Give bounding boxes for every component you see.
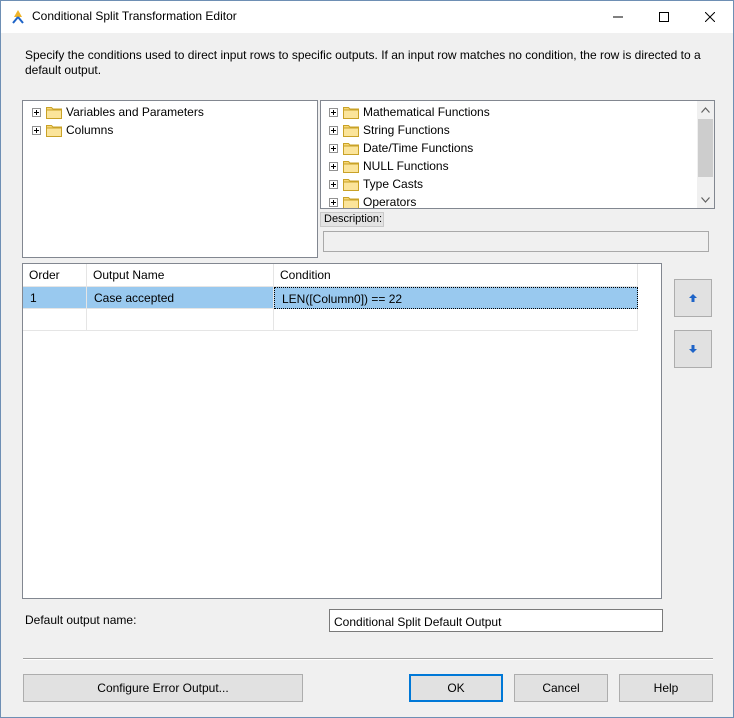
- folder-icon: [343, 178, 359, 191]
- dialog-window: Conditional Split Transformation Editor …: [0, 0, 734, 718]
- tree-item-operators[interactable]: Operators: [329, 193, 417, 209]
- cell-order-empty[interactable]: [23, 309, 87, 331]
- configure-error-output-button[interactable]: Configure Error Output...: [23, 674, 303, 702]
- grid-header: Order Output Name Condition: [23, 264, 638, 287]
- expand-icon[interactable]: [32, 107, 41, 117]
- separator: [23, 658, 713, 660]
- folder-icon: [343, 196, 359, 208]
- default-output-label: Default output name:: [25, 613, 137, 627]
- tree-item-string-functions[interactable]: String Functions: [329, 121, 450, 139]
- instructions-text: Specify the conditions used to direct in…: [25, 48, 701, 77]
- chevron-up-icon: [701, 106, 710, 113]
- tree-item-label: Mathematical Functions: [363, 105, 490, 119]
- default-output-name-input[interactable]: [329, 609, 663, 632]
- close-button[interactable]: [687, 1, 733, 33]
- conditions-grid[interactable]: Order Output Name Condition 1 Case accep…: [22, 263, 662, 599]
- expand-icon[interactable]: [329, 179, 338, 189]
- tree-item-variables[interactable]: Variables and Parameters: [32, 103, 204, 121]
- tree-item-datetime-functions[interactable]: Date/Time Functions: [329, 139, 473, 157]
- cell-condition-empty[interactable]: [274, 309, 638, 331]
- description-label: Description:: [320, 212, 384, 227]
- table-row[interactable]: 1 Case accepted LEN([Column0]) == 22: [23, 287, 638, 309]
- close-icon: [705, 12, 715, 22]
- functions-tree[interactable]: Mathematical Functions String Functions …: [320, 100, 715, 209]
- move-up-button[interactable]: [674, 279, 712, 317]
- description-box: [323, 231, 709, 252]
- folder-icon: [343, 142, 359, 155]
- tree-item-label: Columns: [66, 123, 114, 137]
- maximize-button[interactable]: [641, 1, 687, 33]
- tree-item-label: Type Casts: [363, 177, 424, 191]
- cell-output-name-empty[interactable]: [87, 309, 274, 331]
- conditional-split-icon: [12, 10, 24, 24]
- expand-icon[interactable]: [32, 125, 41, 135]
- tree-item-label: Operators: [363, 195, 417, 209]
- scroll-down-button[interactable]: [697, 191, 714, 208]
- variables-columns-tree[interactable]: Variables and Parameters Columns: [22, 100, 318, 258]
- tree-item-columns[interactable]: Columns: [32, 121, 113, 139]
- minimize-icon: [613, 16, 623, 18]
- expand-icon[interactable]: [329, 143, 338, 153]
- tree-item-mathematical-functions[interactable]: Mathematical Functions: [329, 103, 490, 121]
- column-header-condition[interactable]: Condition: [274, 264, 638, 286]
- new-row[interactable]: [23, 309, 638, 331]
- window-title: Conditional Split Transformation Editor: [32, 9, 237, 23]
- tree-item-label: String Functions: [363, 123, 450, 137]
- arrow-up-icon: [689, 294, 697, 302]
- column-header-order[interactable]: Order: [23, 264, 87, 286]
- functions-scrollbar[interactable]: [697, 101, 714, 208]
- scroll-up-button[interactable]: [697, 101, 714, 118]
- cell-order[interactable]: 1: [23, 287, 87, 309]
- folder-icon: [343, 160, 359, 173]
- tree-item-label: Date/Time Functions: [363, 141, 474, 155]
- cell-output-name[interactable]: Case accepted: [87, 287, 274, 309]
- tree-item-type-casts[interactable]: Type Casts: [329, 175, 423, 193]
- column-header-output-name[interactable]: Output Name: [87, 264, 274, 286]
- expand-icon[interactable]: [329, 107, 338, 117]
- tree-item-null-functions[interactable]: NULL Functions: [329, 157, 449, 175]
- expand-icon[interactable]: [329, 197, 338, 207]
- tree-item-label: NULL Functions: [363, 159, 449, 173]
- ok-button[interactable]: OK: [409, 674, 503, 702]
- folder-icon: [46, 106, 62, 119]
- help-button[interactable]: Help: [619, 674, 713, 702]
- tree-item-label: Variables and Parameters: [66, 105, 204, 119]
- folder-icon: [343, 124, 359, 137]
- chevron-down-icon: [701, 196, 710, 203]
- expand-icon[interactable]: [329, 161, 338, 171]
- arrow-down-icon: [689, 345, 697, 353]
- folder-icon: [343, 106, 359, 119]
- minimize-button[interactable]: [595, 1, 641, 33]
- folder-icon: [46, 124, 62, 137]
- cancel-button[interactable]: Cancel: [514, 674, 608, 702]
- expand-icon[interactable]: [329, 125, 338, 135]
- title-bar[interactable]: Conditional Split Transformation Editor: [1, 1, 733, 33]
- cell-condition[interactable]: LEN([Column0]) == 22: [274, 287, 638, 309]
- move-down-button[interactable]: [674, 330, 712, 368]
- scroll-thumb[interactable]: [698, 119, 713, 177]
- maximize-icon: [659, 12, 669, 22]
